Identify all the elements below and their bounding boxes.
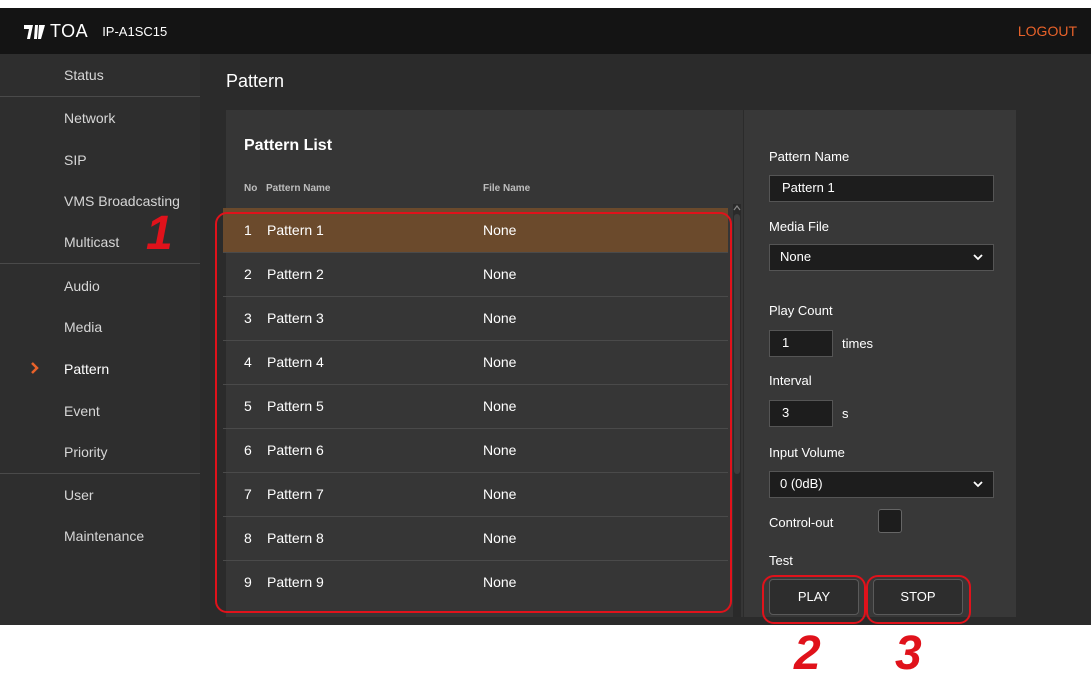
row-number: 9 (244, 574, 252, 590)
row-pattern-name: Pattern 5 (267, 398, 324, 414)
row-pattern-name: Pattern 6 (267, 442, 324, 458)
row-file-name: None (483, 442, 517, 458)
sidebar-divider (0, 263, 200, 264)
row-pattern-name: Pattern 4 (267, 354, 324, 370)
input-volume-select[interactable]: 0 (0dB) (769, 471, 994, 498)
play-count-label: Play Count (769, 303, 833, 318)
logo-text: TOA (50, 21, 89, 41)
table-row[interactable]: 4 Pattern 4 None (223, 340, 728, 385)
table-row[interactable]: 5 Pattern 5 None (223, 384, 728, 429)
row-file-name: None (483, 398, 517, 414)
row-file-name: None (483, 266, 517, 282)
row-number: 7 (244, 486, 252, 502)
table-row[interactable]: 9 Pattern 9 None (223, 560, 728, 604)
chevron-down-icon (973, 481, 983, 488)
sidebar-item-user[interactable]: User (64, 487, 94, 503)
media-file-value: None (780, 249, 812, 264)
row-pattern-name: Pattern 9 (267, 574, 324, 590)
table-row[interactable]: 3 Pattern 3 None (223, 296, 728, 341)
pattern-list-title: Pattern List (244, 137, 333, 154)
row-file-name: None (483, 530, 517, 546)
scroll-up-arrow-icon[interactable] (733, 204, 741, 212)
chevron-right-icon (31, 362, 39, 374)
callout-marker-2: 2 (794, 627, 821, 680)
row-number: 8 (244, 530, 252, 546)
sidebar-item-media[interactable]: Media (64, 319, 102, 335)
media-file-label: Media File (769, 219, 829, 234)
callout-marker-3: 3 (895, 627, 922, 680)
row-pattern-name: Pattern 1 (267, 222, 324, 238)
sidebar-item-multicast[interactable]: Multicast (64, 234, 119, 250)
pattern-name-label: Pattern Name (769, 149, 850, 164)
page-title: Pattern (226, 71, 285, 91)
play-count-input[interactable]: 1 (769, 330, 833, 357)
sidebar-item-status[interactable]: Status (64, 67, 104, 83)
play-button[interactable]: PLAY (769, 579, 859, 615)
chevron-down-icon (973, 254, 983, 261)
stop-button[interactable]: STOP (873, 579, 963, 615)
sidebar-item-audio[interactable]: Audio (64, 278, 100, 294)
interval-unit: s (842, 406, 849, 421)
media-file-select[interactable]: None (769, 244, 994, 271)
callout-marker-1: 1 (146, 207, 173, 260)
row-file-name: None (483, 486, 517, 502)
pattern-name-input[interactable]: Pattern 1 (769, 175, 994, 202)
logout-link[interactable]: LOGOUT (1018, 23, 1077, 39)
sidebar-item-sip[interactable]: SIP (64, 152, 87, 168)
sidebar-divider (0, 473, 200, 474)
table-row[interactable]: 6 Pattern 6 None (223, 428, 728, 473)
row-pattern-name: Pattern 3 (267, 310, 324, 326)
sidebar-item-priority[interactable]: Priority (64, 444, 108, 460)
model-name: IP-A1SC15 (102, 24, 168, 39)
app-screen: TOA IP-A1SC15 LOGOUT Status Network SIP … (0, 8, 1091, 625)
list-scrollbar[interactable] (733, 204, 741, 617)
row-number: 2 (244, 266, 252, 282)
table-row[interactable]: 1 Pattern 1 None (223, 208, 728, 253)
row-file-name: None (483, 574, 517, 590)
row-number: 4 (244, 354, 252, 370)
row-pattern-name: Pattern 2 (267, 266, 324, 282)
pattern-list: 1 Pattern 1 None 2 Pattern 2 None 3 Patt… (223, 208, 728, 608)
toa-logo-icon (24, 24, 45, 39)
control-out-label: Control-out (769, 515, 834, 530)
sidebar-divider (0, 96, 200, 97)
column-header-pattern-name: Pattern Name (266, 183, 331, 194)
row-number: 6 (244, 442, 252, 458)
row-file-name: None (483, 354, 517, 370)
table-row[interactable]: 8 Pattern 8 None (223, 516, 728, 561)
row-pattern-name: Pattern 8 (267, 530, 324, 546)
column-header-no: No (244, 183, 258, 194)
row-pattern-name: Pattern 7 (267, 486, 324, 502)
interval-input[interactable]: 3 (769, 400, 833, 427)
table-row[interactable]: 2 Pattern 2 None (223, 252, 728, 297)
column-header-file-name: File Name (483, 183, 531, 194)
sidebar-item-network[interactable]: Network (64, 110, 115, 126)
scroll-thumb[interactable] (734, 214, 740, 474)
row-number: 5 (244, 398, 252, 414)
test-label: Test (769, 553, 793, 568)
play-count-unit: times (842, 336, 874, 351)
input-volume-value: 0 (0dB) (780, 476, 823, 491)
row-file-name: None (483, 310, 517, 326)
top-bar: TOA IP-A1SC15 LOGOUT (0, 8, 1091, 54)
interval-label: Interval (769, 373, 812, 388)
sidebar-item-event[interactable]: Event (64, 403, 100, 419)
row-number: 1 (244, 222, 252, 238)
row-number: 3 (244, 310, 252, 326)
logo: TOA IP-A1SC15 (24, 21, 167, 42)
input-volume-label: Input Volume (769, 445, 845, 460)
sidebar-item-maintenance[interactable]: Maintenance (64, 528, 144, 544)
sidebar: Status Network SIP VMS Broadcasting Mult… (0, 54, 200, 625)
table-row[interactable]: 7 Pattern 7 None (223, 472, 728, 517)
sidebar-item-pattern[interactable]: Pattern (64, 361, 109, 377)
control-out-checkbox[interactable] (878, 509, 902, 533)
row-file-name: None (483, 222, 517, 238)
